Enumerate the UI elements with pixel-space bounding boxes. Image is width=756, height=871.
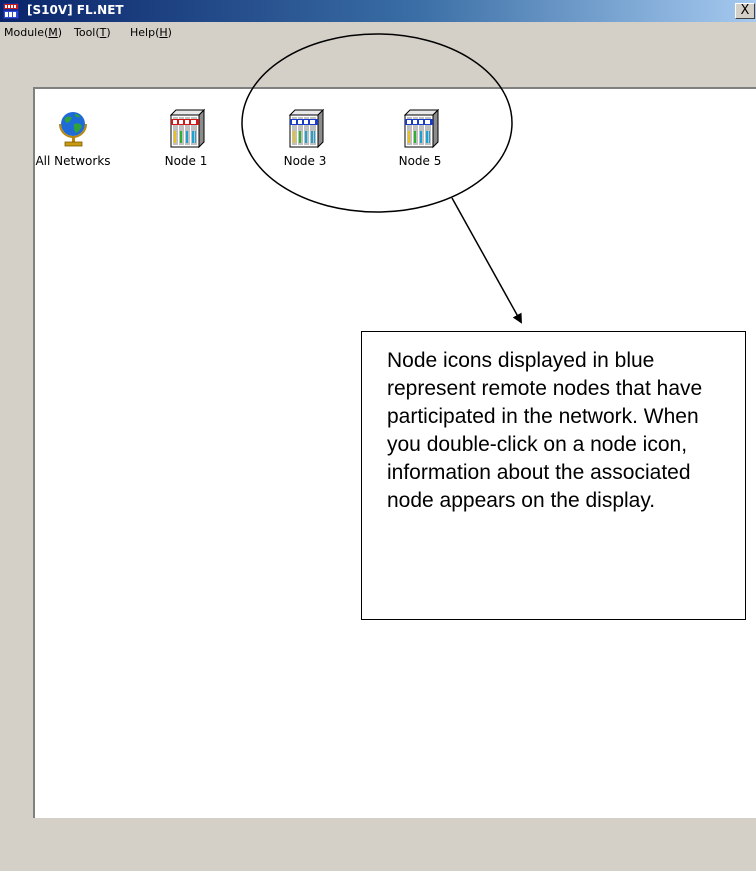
menu-module[interactable]: Module(M)	[4, 26, 62, 39]
node-5-label: Node 5	[398, 154, 442, 168]
menu-help-text: Help(	[130, 26, 160, 39]
menu-bar: Module(M) Tool(T) Help(H)	[0, 22, 756, 44]
window-title: [S10V] FL.NET	[27, 3, 124, 17]
title-bar[interactable]: [S10V] FL.NET X	[0, 0, 756, 22]
all-networks-label: All Networks	[35, 154, 111, 168]
node-1-item[interactable]: Node 1	[131, 109, 241, 168]
menu-tool[interactable]: Tool(T)	[74, 26, 111, 39]
node-5-item[interactable]: Node 5	[365, 109, 475, 168]
menu-help-accel: H	[159, 26, 168, 39]
close-button[interactable]: X	[735, 3, 755, 19]
menu-module-text: Module(	[4, 26, 49, 39]
menu-tool-text: Tool(	[74, 26, 100, 39]
node-3-item[interactable]: Node 3	[250, 109, 360, 168]
node-icon-blue	[288, 109, 325, 149]
menu-module-accel: M	[48, 26, 58, 39]
node-3-label: Node 3	[283, 154, 327, 168]
callout-box: Node icons displayed in blue represent r…	[361, 331, 746, 620]
node-icon-blue	[403, 109, 440, 149]
s10v-module-icon	[3, 3, 19, 19]
globe-icon	[59, 112, 87, 147]
menu-help[interactable]: Help(H)	[130, 26, 172, 39]
menu-help-close: )	[167, 26, 172, 39]
menu-module-close: )	[57, 26, 63, 39]
node-1-label: Node 1	[164, 154, 208, 168]
all-networks-item[interactable]: All Networks	[18, 109, 128, 168]
node-icon-red	[169, 109, 206, 149]
menu-tool-close: )	[106, 26, 111, 39]
callout-text: Node icons displayed in blue represent r…	[387, 349, 703, 512]
